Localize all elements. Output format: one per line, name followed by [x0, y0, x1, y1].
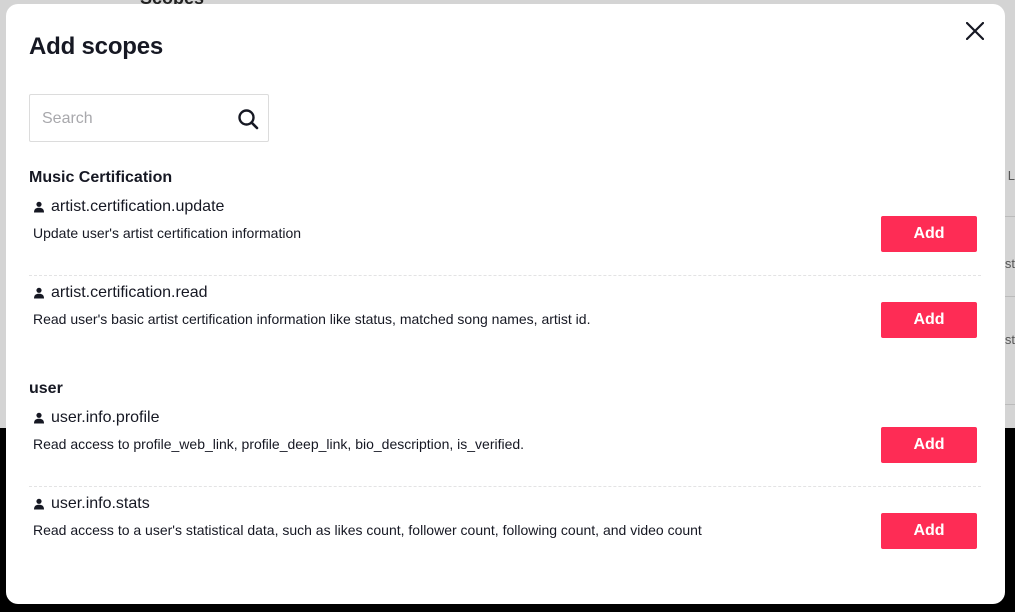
search-icon[interactable] — [237, 108, 259, 130]
scope-name: user.info.stats — [33, 495, 150, 513]
person-icon — [34, 412, 44, 424]
scope-row: user.info.profile Read access to profile… — [29, 401, 981, 487]
scope-description: Read user's basic artist certification i… — [33, 311, 591, 327]
group-title-user: user — [29, 380, 63, 397]
scope-name-label: artist.certification.read — [51, 284, 208, 301]
search-input[interactable] — [42, 107, 222, 131]
add-scope-button[interactable]: Add — [881, 216, 977, 252]
close-button[interactable] — [962, 18, 988, 44]
dialog-title: Add scopes — [29, 33, 164, 60]
search-field — [29, 94, 269, 142]
add-scope-button[interactable]: Add — [881, 302, 977, 338]
scope-description: Read access to a user's statistical data… — [33, 522, 702, 538]
add-scope-button[interactable]: Add — [881, 427, 977, 463]
person-icon — [34, 201, 44, 213]
scope-name: artist.certification.update — [33, 198, 224, 216]
close-icon — [966, 22, 984, 40]
add-scopes-dialog: Add scopes Music Certification artist.ce… — [6, 4, 1005, 604]
group-title-music-certification: Music Certification — [29, 169, 173, 186]
scope-row: artist.certification.read Read user's ba… — [29, 276, 981, 362]
scope-row: user.info.stats Read access to a user's … — [29, 487, 981, 573]
person-icon — [34, 287, 44, 299]
scope-name-label: user.info.profile — [51, 409, 160, 426]
scope-name: artist.certification.read — [33, 284, 208, 302]
person-icon — [34, 498, 44, 510]
scope-name: user.info.profile — [33, 409, 160, 427]
scope-row: artist.certification.update Update user'… — [29, 190, 981, 276]
scope-description: Update user's artist certification infor… — [33, 225, 302, 241]
add-scope-button[interactable]: Add — [881, 513, 977, 549]
scope-description: Read access to profile_web_link, profile… — [33, 436, 525, 452]
scope-name-label: artist.certification.update — [51, 198, 225, 215]
scope-name-label: user.info.stats — [51, 495, 150, 512]
